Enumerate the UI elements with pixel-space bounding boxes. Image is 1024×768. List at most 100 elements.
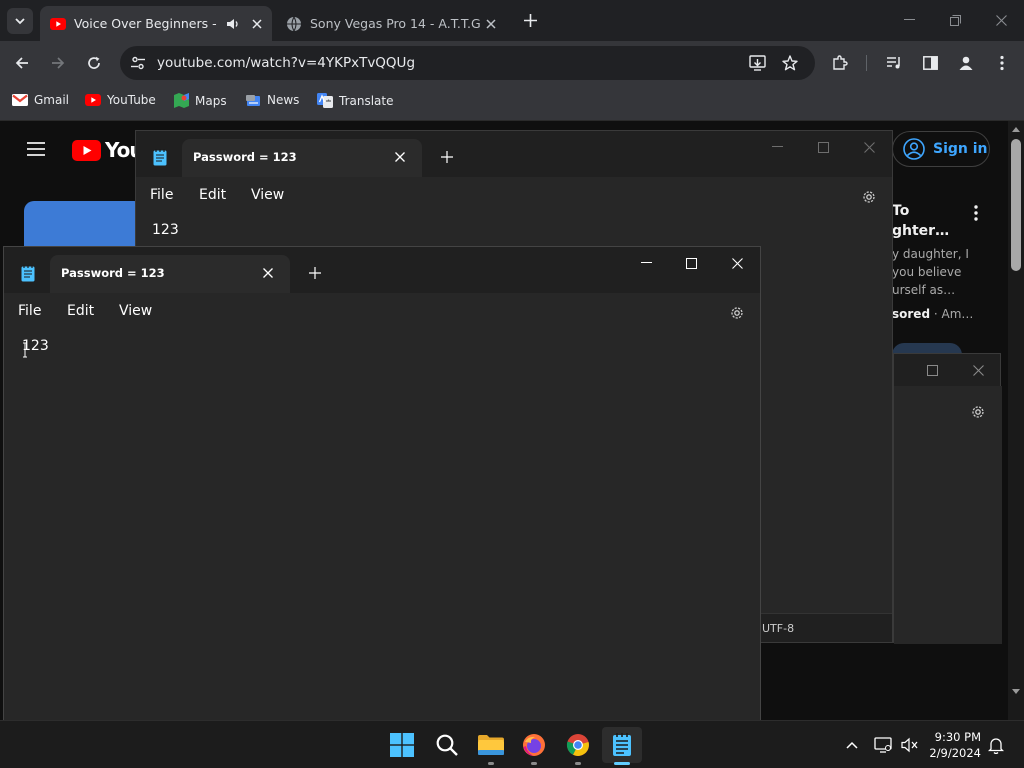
notepad-maximize-button[interactable]: [920, 358, 944, 382]
close-icon: [731, 257, 743, 269]
network-status-button[interactable]: [872, 735, 894, 755]
tab-close-icon[interactable]: [395, 152, 405, 162]
browser-menu-button[interactable]: [990, 51, 1014, 75]
profile-button[interactable]: [954, 51, 978, 75]
bookmark-translate[interactable]: Translate: [317, 93, 394, 108]
notepad-editor[interactable]: 123: [4, 331, 760, 721]
hamburger-menu-button[interactable]: [24, 139, 48, 159]
taskbar-clock[interactable]: 9:30 PM 2/9/2024: [929, 729, 981, 761]
notepad-window-hidden: [893, 353, 1002, 644]
tab-search-button[interactable]: [7, 8, 33, 34]
notepad-settings-button[interactable]: [858, 186, 880, 208]
page-scrollbar[interactable]: [1008, 121, 1024, 720]
audio-playing-icon[interactable]: [226, 17, 240, 31]
maximize-icon: [926, 364, 938, 376]
notepad-close-button[interactable]: [846, 131, 892, 163]
show-hidden-icons-button[interactable]: [842, 735, 862, 755]
hamburger-icon: [27, 142, 45, 156]
notepad-titlebar[interactable]: Password = 123: [136, 131, 892, 177]
notepad-close-button[interactable]: [714, 247, 760, 279]
notepad-settings-button[interactable]: [966, 400, 990, 424]
notepad-menubar: File Edit View: [136, 177, 892, 215]
extensions-button[interactable]: [828, 51, 852, 75]
bookmark-youtube[interactable]: YouTube: [85, 93, 156, 107]
browser-tab-inactive[interactable]: Sony Vegas Pro 14 - A.T.T.G: [276, 6, 512, 41]
taskbar-file-explorer[interactable]: [471, 727, 511, 765]
taskbar-firefox[interactable]: [514, 727, 554, 765]
menu-view[interactable]: View: [251, 187, 284, 203]
bookmark-news[interactable]: News: [246, 93, 299, 107]
browser-tab-active[interactable]: Voice Over Beginners - 10 Simple Tips: [40, 6, 272, 41]
taskbar: 9:30 PM 2/9/2024: [0, 720, 1024, 768]
taskbar-chrome[interactable]: [558, 727, 598, 765]
notepad-menubar: File Edit View: [4, 293, 760, 331]
running-indicator: [531, 762, 537, 765]
volume-muted-icon: [901, 737, 918, 753]
notepad-settings-button[interactable]: [726, 302, 748, 324]
close-icon: [972, 364, 984, 376]
gear-icon: [731, 307, 743, 319]
side-panel-button[interactable]: [918, 51, 942, 75]
notepad-maximize-button[interactable]: [800, 131, 846, 163]
browser-tab-strip: Voice Over Beginners - 10 Simple Tips So…: [0, 0, 1024, 41]
encoding-label: UTF-8: [762, 622, 795, 635]
avatar-icon: [959, 56, 973, 70]
notepad-minimize-button[interactable]: [754, 131, 800, 163]
forward-button[interactable]: [46, 51, 70, 75]
taskbar-notepad[interactable]: [602, 727, 642, 765]
ad-more-button[interactable]: [966, 203, 986, 223]
maps-icon: [174, 93, 189, 108]
new-tab-icon[interactable]: [441, 151, 453, 163]
notepad-content[interactable]: 123: [152, 222, 179, 238]
tab-close-icon[interactable]: [263, 268, 273, 278]
minimize-icon: [903, 19, 915, 20]
tab-close-icon[interactable]: [486, 18, 496, 29]
notepad-tab[interactable]: Password = 123: [182, 139, 422, 177]
scroll-down-icon[interactable]: [1012, 689, 1020, 695]
notepad-tab[interactable]: Password = 123: [50, 255, 290, 293]
browser-minimize-button[interactable]: [896, 8, 922, 32]
site-info-icon[interactable]: [130, 55, 146, 71]
scroll-up-icon[interactable]: [1012, 126, 1020, 132]
ad-description: y daughter, I you believe urself as…: [892, 247, 969, 297]
tab-close-icon[interactable]: [252, 18, 262, 29]
browser-restore-button[interactable]: [942, 8, 968, 32]
start-button[interactable]: [382, 727, 422, 763]
bookmark-gmail[interactable]: Gmail: [12, 93, 69, 107]
volume-button[interactable]: [899, 735, 921, 755]
menu-view[interactable]: View: [119, 303, 152, 319]
notepad-minimize-button[interactable]: [623, 247, 669, 279]
notepad-close-button[interactable]: [966, 358, 990, 382]
new-tab-button[interactable]: [520, 10, 540, 30]
address-bar[interactable]: youtube.com/watch?v=4YKPxTvQQUg: [120, 46, 815, 80]
notepad-tab-title: Password = 123: [193, 150, 297, 164]
notepad-maximize-button[interactable]: [668, 247, 714, 279]
bookmark-label: Translate: [339, 93, 394, 108]
scrollbar-thumb[interactable]: [1011, 139, 1021, 271]
account-circle-icon: [903, 138, 925, 160]
menu-edit[interactable]: Edit: [67, 303, 94, 319]
menu-edit[interactable]: Edit: [199, 187, 226, 203]
menu-file[interactable]: File: [18, 303, 41, 319]
new-tab-icon[interactable]: [309, 267, 321, 279]
taskbar-search-button[interactable]: [427, 727, 467, 763]
menu-file[interactable]: File: [150, 187, 173, 203]
restore-icon: [949, 14, 961, 26]
notifications-button[interactable]: [986, 735, 1006, 755]
sign-in-button[interactable]: Sign in: [892, 131, 990, 167]
url-text[interactable]: youtube.com/watch?v=4YKPxTvQQUg: [157, 55, 415, 71]
maximize-icon: [817, 141, 829, 153]
bookmark-maps[interactable]: Maps: [174, 93, 227, 108]
arrow-left-icon: [15, 57, 28, 69]
active-indicator: [614, 762, 630, 765]
install-app-icon[interactable]: [749, 55, 766, 71]
media-controls-button[interactable]: [882, 51, 906, 75]
back-button[interactable]: [10, 51, 34, 75]
bookmark-star-icon[interactable]: [782, 55, 798, 71]
minimize-icon: [771, 146, 783, 147]
reload-button[interactable]: [82, 51, 106, 75]
notepad-titlebar[interactable]: Password = 123: [4, 247, 760, 293]
browser-close-button[interactable]: [988, 8, 1014, 32]
bookmark-label: YouTube: [107, 93, 156, 107]
notepad-window-front: Password = 123 File Edit View 123: [3, 246, 761, 722]
